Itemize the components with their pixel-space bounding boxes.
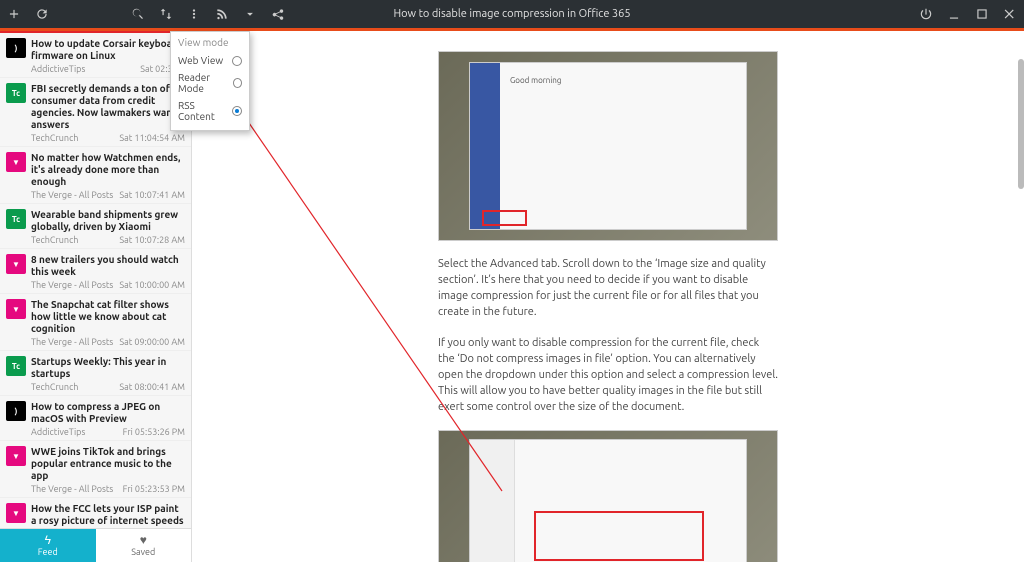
feed-headline: Startups Weekly: This year in startups [31, 356, 185, 380]
feed-item[interactable]: ▼How the FCC lets your ISP paint a rosy … [0, 498, 191, 528]
view-mode-webview[interactable]: Web View [171, 52, 249, 69]
more-icon[interactable] [180, 0, 208, 28]
source-favicon: Tc [6, 83, 26, 103]
sort-icon[interactable] [152, 0, 180, 28]
titlebar: How to disable image compression in Offi… [0, 0, 1024, 28]
feed-source: The Verge - All Posts [31, 190, 113, 200]
feed-timestamp: Fri 05:23:53 PM [123, 484, 185, 494]
tab-feed-label: Feed [38, 547, 58, 557]
feed-headline: No matter how Watchmen ends, it's alread… [31, 152, 185, 188]
feed-headline: Wearable band shipments grew globally, d… [31, 209, 185, 233]
feed-item[interactable]: )How to update Corsair keyboard firmware… [0, 33, 191, 78]
rss-icon: ϟ [45, 535, 51, 547]
chevron-down-icon[interactable] [236, 0, 264, 28]
source-favicon: ) [6, 401, 26, 421]
feed-item[interactable]: )How to compress a JPEG on macOS with Pr… [0, 396, 191, 441]
source-favicon: ▼ [6, 503, 26, 523]
article-content[interactable]: Good morning Select the Advanced tab. Sc… [192, 31, 1024, 562]
feed-headline: The Snapchat cat filter shows how little… [31, 299, 185, 335]
feed-item[interactable]: ▼No matter how Watchmen ends, it's alrea… [0, 147, 191, 204]
feed-headline: How to update Corsair keyboard firmware … [31, 38, 185, 62]
feed-item[interactable]: TcWearable band shipments grew globally,… [0, 204, 191, 249]
tab-feed[interactable]: ϟ Feed [0, 529, 96, 562]
radio-icon [233, 78, 242, 88]
power-icon[interactable] [912, 0, 940, 28]
feed-item[interactable]: TcStartups Weekly: This year in startups… [0, 351, 191, 396]
feed-source: TechCrunch [31, 235, 78, 245]
search-icon[interactable] [124, 0, 152, 28]
feed-source: The Verge - All Posts [31, 280, 113, 290]
article-image: Good morning [438, 51, 778, 241]
radio-icon [232, 106, 242, 116]
sidebar: )How to update Corsair keyboard firmware… [0, 31, 192, 562]
feed-item[interactable]: ▼The Snapchat cat filter shows how littl… [0, 294, 191, 351]
close-button[interactable] [996, 0, 1024, 28]
feed-timestamp: Sat 08:00:41 AM [119, 382, 185, 392]
view-mode-rsscontent[interactable]: RSS Content [171, 97, 249, 125]
add-button[interactable] [0, 0, 28, 28]
source-favicon: Tc [6, 356, 26, 376]
view-mode-rsscontent-label: RSS Content [178, 100, 232, 122]
source-favicon: ▼ [6, 254, 26, 274]
share-icon[interactable] [264, 0, 292, 28]
radio-icon [232, 56, 242, 66]
article-image [438, 430, 778, 562]
feed-timestamp: Sat 09:00:00 AM [119, 337, 185, 347]
feed-headline: WWE joins TikTok and brings popular entr… [31, 446, 185, 482]
feed-timestamp: Sat 11:04:54 AM [119, 133, 185, 143]
view-mode-webview-label: Web View [178, 55, 223, 66]
feed-list[interactable]: )How to update Corsair keyboard firmware… [0, 33, 191, 528]
feed-item[interactable]: ▼WWE joins TikTok and brings popular ent… [0, 441, 191, 498]
minimize-button[interactable] [940, 0, 968, 28]
feed-headline: FBI secretly demands a ton of consumer d… [31, 83, 185, 131]
heart-icon: ♥ [140, 535, 147, 547]
feed-timestamp: Fri 05:53:26 PM [123, 427, 185, 437]
feed-source: AddictiveTips [31, 64, 85, 74]
feed-source: TechCrunch [31, 382, 78, 392]
feed-item[interactable]: TcFBI secretly demands a ton of consumer… [0, 78, 191, 147]
feed-timestamp: Sat 10:07:41 AM [119, 190, 185, 200]
feed-source: AddictiveTips [31, 427, 85, 437]
bottom-tabs: ϟ Feed ♥ Saved [0, 528, 191, 562]
source-favicon: ) [6, 38, 26, 58]
article-paragraph: Select the Advanced tab. Scroll down to … [438, 256, 778, 320]
feed-timestamp: Sat 10:00:00 AM [119, 280, 185, 290]
feed-timestamp: Sat 10:07:28 AM [119, 235, 185, 245]
source-favicon: ▼ [6, 152, 26, 172]
tab-saved-label: Saved [131, 547, 155, 557]
feed-headline: How to compress a JPEG on macOS with Pre… [31, 401, 185, 425]
rss-icon[interactable] [208, 0, 236, 28]
scrollbar[interactable] [1018, 59, 1024, 189]
feed-item[interactable]: ▼8 new trailers you should watch this we… [0, 249, 191, 294]
source-favicon: ▼ [6, 446, 26, 466]
feed-source: The Verge - All Posts [31, 484, 113, 494]
maximize-button[interactable] [968, 0, 996, 28]
view-mode-header: View mode [171, 35, 249, 52]
source-favicon: Tc [6, 209, 26, 229]
source-favicon: ▼ [6, 299, 26, 319]
feed-headline: 8 new trailers you should watch this wee… [31, 254, 185, 278]
feed-headline: How the FCC lets your ISP paint a rosy p… [31, 503, 185, 527]
view-mode-reader-label: Reader Mode [178, 72, 233, 94]
view-mode-menu: View mode Web View Reader Mode RSS Conte… [170, 31, 250, 131]
tab-saved[interactable]: ♥ Saved [96, 529, 192, 562]
feed-source: TechCrunch [31, 133, 78, 143]
article-paragraph: If you only want to disable compression … [438, 335, 778, 415]
reload-button[interactable] [28, 0, 56, 28]
view-mode-reader[interactable]: Reader Mode [171, 69, 249, 97]
feed-source: The Verge - All Posts [31, 337, 113, 347]
